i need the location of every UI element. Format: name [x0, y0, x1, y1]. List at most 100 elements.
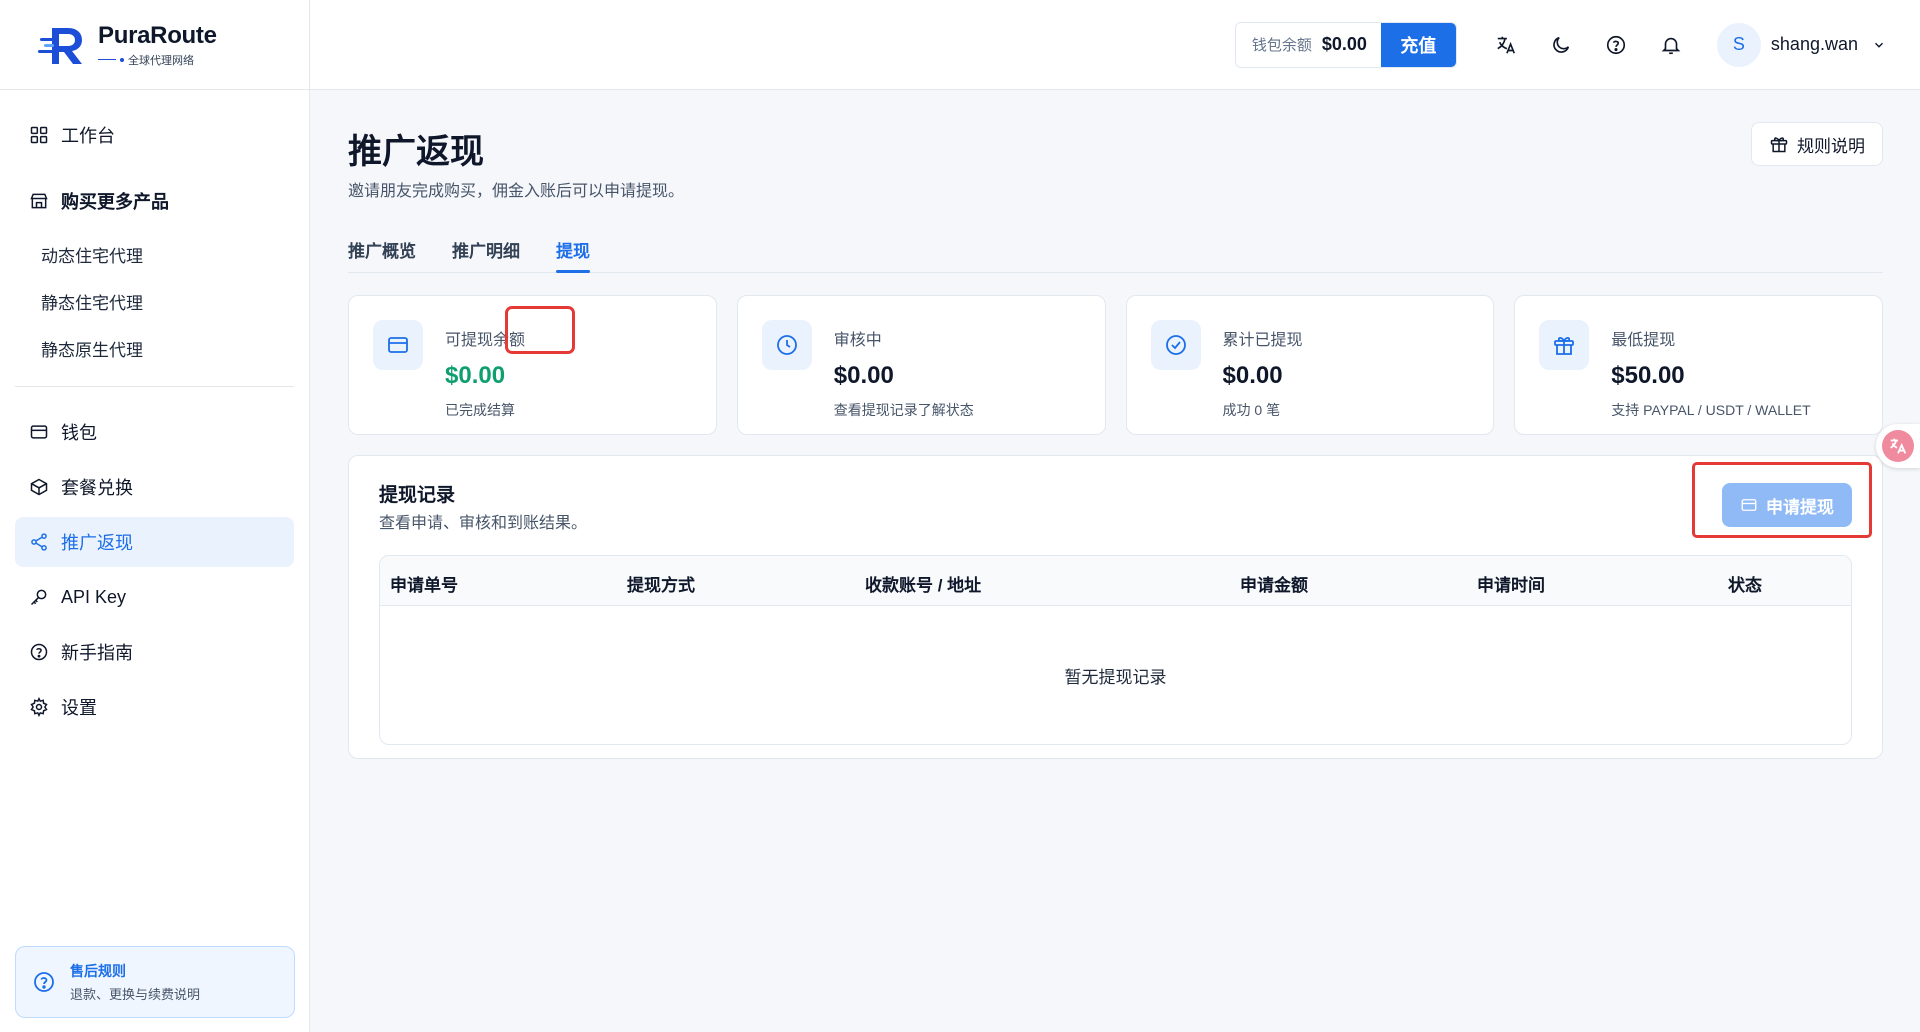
column-header: 收款账号 / 地址 — [865, 576, 982, 595]
chevron-down-icon — [1875, 42, 1883, 48]
dashboard-icon — [30, 126, 48, 144]
stat-card-total-withdrawn: 累计已提现 $0.00 成功 0 笔 — [1125, 295, 1495, 435]
check-circle-icon — [1165, 335, 1186, 355]
language-button[interactable] — [1479, 22, 1534, 68]
sidebar-item-label: 新手指南 — [61, 643, 133, 663]
sidebar-item-dynamic-residential[interactable]: 动态住宅代理 — [15, 231, 294, 278]
bell-icon — [1662, 37, 1681, 54]
main-area: 钱包余额 $0.00 充值 S shang.wan 推广返现 邀请朋友完成购买，… — [310, 0, 1920, 1032]
logo-mark-icon — [38, 27, 82, 64]
stat-note: 支持 PAYPAL / USDT / WALLET — [1611, 402, 1811, 418]
tab-details[interactable]: 推广明细 — [452, 231, 520, 272]
user-menu[interactable]: S shang.wan — [1716, 22, 1886, 67]
sidebar-item-static-residential[interactable]: 静态住宅代理 — [15, 278, 294, 325]
records-title: 提现记录 — [379, 485, 456, 506]
topbar: 钱包余额 $0.00 充值 S shang.wan — [310, 0, 1920, 90]
help-circle-icon — [34, 972, 54, 992]
page-title: 推广返现 — [348, 133, 484, 171]
sidebar-item-guide[interactable]: 新手指南 — [15, 627, 294, 677]
stat-card-reviewing: 审核中 $0.00 查看提现记录了解状态 — [736, 295, 1106, 435]
wallet-icon — [1741, 499, 1757, 511]
stat-value: $0.00 — [445, 362, 506, 389]
apply-withdraw-label: 申请提现 — [1766, 497, 1834, 517]
after-sales-title: 售后规则 — [70, 963, 126, 979]
help-circle-icon — [30, 643, 48, 661]
apply-withdraw-button[interactable]: 申请提现 — [1722, 483, 1852, 527]
sidebar-item-label: 推广返现 — [61, 533, 133, 553]
sidebar-item-workbench[interactable]: 工作台 — [15, 110, 294, 160]
column-header: 申请单号 — [390, 576, 458, 595]
clock-icon — [776, 335, 797, 355]
wallet-icon — [388, 337, 408, 353]
stat-label: 累计已提现 — [1222, 332, 1303, 349]
stat-note: 查看提现记录了解状态 — [833, 402, 974, 418]
sidebar-item-label: API Key — [61, 586, 127, 607]
sidebar-item-package[interactable]: 套餐兑换 — [15, 462, 294, 512]
moon-icon — [1553, 36, 1570, 53]
after-sales-subtitle: 退款、更换与续费说明 — [70, 987, 201, 1002]
stat-label: 最低提现 — [1611, 332, 1676, 349]
stat-note: 已完成结算 — [445, 402, 515, 418]
column-header: 提现方式 — [627, 576, 695, 595]
gift-icon — [1554, 336, 1575, 355]
sidebar-item-referral[interactable]: 推广返现 — [15, 517, 294, 567]
stat-card-available: 可提现余额 $0.00 已完成结算 — [348, 295, 717, 435]
sidebar-group-buy[interactable]: 购买更多产品 — [15, 176, 294, 226]
translate-icon — [1497, 36, 1516, 54]
stat-label: 可提现余额 — [445, 332, 526, 349]
stat-label: 审核中 — [833, 332, 882, 349]
brand-name: PuraRoute — [98, 21, 217, 49]
column-header: 申请金额 — [1240, 576, 1308, 595]
username: shang.wan — [1770, 34, 1858, 54]
withdraw-records-panel: 提现记录 查看申请、审核和到账结果。 申请提现 申请单号 提现方式 收款账号 / — [348, 455, 1883, 759]
key-icon — [30, 589, 47, 606]
package-icon — [30, 478, 48, 496]
wallet-icon — [30, 425, 48, 439]
sidebar-divider — [15, 386, 294, 387]
translate-icon — [1882, 430, 1914, 462]
avatar: S — [1716, 22, 1761, 67]
stat-note: 成功 0 笔 — [1222, 402, 1281, 418]
wallet-amount: $0.00 — [1321, 34, 1367, 54]
stat-card-minimum: 最低提现 $50.00 支持 PAYPAL / USDT / WALLET — [1514, 295, 1883, 435]
sidebar-item-static-native[interactable]: 静态原生代理 — [15, 325, 294, 372]
tab-withdraw[interactable]: 提现 — [556, 231, 590, 273]
sidebar-item-label: 设置 — [61, 698, 97, 718]
sidebar-item-label: 工作台 — [61, 126, 115, 146]
help-button[interactable] — [1589, 22, 1644, 68]
page-subtitle: 邀请朋友完成购买，佣金入账后可以申请提现。 — [348, 183, 685, 200]
table-header: 申请单号 提现方式 收款账号 / 地址 申请金额 申请时间 状态 — [380, 556, 1851, 606]
rules-button[interactable]: 规则说明 — [1751, 122, 1883, 166]
brand-logo[interactable]: PuraRoute 全球代理网络 — [0, 0, 309, 90]
notifications-button[interactable] — [1644, 22, 1699, 68]
records-subtitle: 查看申请、审核和到账结果。 — [379, 515, 588, 532]
stat-value: $50.00 — [1611, 362, 1685, 389]
recharge-button[interactable]: 充值 — [1380, 22, 1456, 67]
sidebar-item-wallet[interactable]: 钱包 — [15, 407, 294, 457]
rules-button-label: 规则说明 — [1797, 136, 1865, 156]
empty-state: 暂无提现记录 — [1064, 667, 1167, 687]
page-content: 推广返现 邀请朋友完成购买，佣金入账后可以申请提现。 规则说明 推广概览 推广明… — [310, 90, 1920, 759]
stat-value: $0.00 — [833, 362, 894, 389]
translate-float-button[interactable] — [1876, 424, 1920, 468]
after-sales-card[interactable]: 售后规则 退款、更换与续费说明 — [15, 946, 295, 1018]
sidebar-item-label: 套餐兑换 — [61, 478, 133, 498]
theme-toggle-button[interactable] — [1534, 22, 1589, 68]
sidebar-item-label: 钱包 — [61, 423, 97, 443]
gear-icon — [30, 697, 48, 717]
help-circle-icon — [1607, 35, 1626, 54]
sidebar-item-settings[interactable]: 设置 — [15, 682, 294, 732]
sidebar-group-label: 购买更多产品 — [61, 192, 169, 212]
tab-bar: 推广概览 推广明细 提现 — [348, 231, 1883, 273]
apply-highlight-box: 申请提现 — [1692, 462, 1872, 538]
gift-icon — [1770, 137, 1788, 153]
records-table: 申请单号 提现方式 收款账号 / 地址 申请金额 申请时间 状态 暂无提现记录 — [379, 555, 1852, 745]
column-header: 申请时间 — [1477, 576, 1545, 595]
sidebar: PuraRoute 全球代理网络 工作台 购买更多产品 动态住宅代理 静态住宅代… — [0, 0, 310, 1032]
store-icon — [30, 193, 48, 209]
tab-overview[interactable]: 推广概览 — [348, 231, 416, 272]
wallet-label: 钱包余额 — [1251, 37, 1312, 54]
stat-value: $0.00 — [1222, 362, 1283, 389]
brand-tagline: 全球代理网络 — [128, 54, 194, 67]
sidebar-item-api-key[interactable]: API Key — [15, 572, 294, 622]
